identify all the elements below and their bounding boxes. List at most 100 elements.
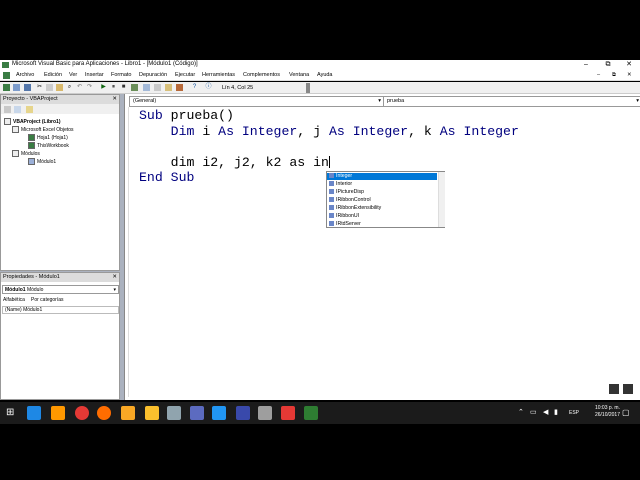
app-icon[interactable] bbox=[190, 406, 204, 420]
autocomplete-item[interactable]: IRibbonUI bbox=[327, 213, 437, 220]
app-icon[interactable] bbox=[258, 406, 272, 420]
property-row-name[interactable]: (Name) Módulo1 bbox=[2, 306, 119, 314]
mdi-restore[interactable]: ⧉ bbox=[612, 72, 616, 79]
mdi-minimize[interactable]: – bbox=[597, 72, 600, 78]
chrome-icon[interactable] bbox=[51, 406, 65, 420]
copy-icon[interactable] bbox=[46, 84, 53, 91]
menu-depuracion[interactable]: Depuración bbox=[139, 72, 167, 78]
app-icon[interactable] bbox=[212, 406, 226, 420]
tab-alfabetica[interactable]: Alfabética bbox=[3, 297, 25, 303]
full-module-view-icon[interactable] bbox=[623, 384, 633, 394]
collapse-icon[interactable] bbox=[12, 126, 19, 133]
save-icon[interactable] bbox=[24, 84, 31, 91]
project-explorer-title-text: Proyecto - VBAProject bbox=[3, 96, 58, 102]
mail-icon[interactable] bbox=[167, 406, 181, 420]
notifications-icon[interactable]: ▢ bbox=[622, 408, 630, 417]
toolbox-icon[interactable] bbox=[176, 84, 183, 91]
tree-root[interactable]: VBAProject (Libro1) bbox=[4, 118, 61, 125]
menu-formato[interactable]: Formato bbox=[111, 72, 131, 78]
autocomplete-scrollbar[interactable] bbox=[438, 172, 445, 227]
menu-ayuda[interactable]: Ayuda bbox=[317, 72, 333, 78]
volume-icon[interactable]: ◀ bbox=[543, 408, 548, 416]
procedure-combo-value: prueba bbox=[387, 98, 405, 104]
tree-modules[interactable]: Módulos bbox=[12, 150, 40, 157]
undo-icon[interactable]: ↶ bbox=[76, 84, 83, 91]
code-text: , k bbox=[408, 123, 440, 139]
help-circle-icon[interactable]: ⓘ bbox=[205, 84, 212, 91]
reset-icon[interactable]: ■ bbox=[120, 84, 127, 91]
clock[interactable]: 10:03 p. m. 26/10/2017 bbox=[595, 405, 620, 419]
run-icon[interactable]: ▶ bbox=[100, 84, 107, 91]
app-icon[interactable] bbox=[281, 406, 295, 420]
tree-sheet1[interactable]: Hoja1 (Hoja1) bbox=[28, 134, 68, 141]
tree-excel-objects[interactable]: Microsoft Excel Objetos bbox=[12, 126, 74, 133]
find-icon[interactable]: ⌕ bbox=[66, 84, 73, 91]
properties-icon[interactable] bbox=[154, 84, 161, 91]
menu-edicion[interactable]: Edición bbox=[44, 72, 62, 78]
menu-insertar[interactable]: Insertar bbox=[85, 72, 104, 78]
tray-chevron-up-icon[interactable]: ⌃ bbox=[518, 408, 524, 416]
autocomplete-item[interactable]: Integer bbox=[327, 173, 437, 180]
view-excel-icon[interactable] bbox=[3, 84, 10, 91]
menu-archivo[interactable]: Archivo bbox=[16, 72, 34, 78]
design-mode-icon[interactable] bbox=[131, 84, 138, 91]
menu-herramientas[interactable]: Herramientas bbox=[202, 72, 235, 78]
windows-start-icon[interactable]: ⊞ bbox=[6, 408, 16, 418]
opera-icon[interactable] bbox=[75, 406, 89, 420]
autocomplete-item[interactable]: Interior bbox=[327, 181, 437, 188]
procedure-view-icon[interactable] bbox=[609, 384, 619, 394]
tree-excel-objects-label: Microsoft Excel Objetos bbox=[21, 126, 74, 133]
autocomplete-item[interactable]: IRtdServer bbox=[327, 221, 437, 228]
object-selector[interactable]: Módulo1 Módulo ▾ bbox=[2, 285, 119, 294]
view-object-icon[interactable] bbox=[14, 106, 21, 113]
project-explorer-icon[interactable] bbox=[143, 84, 150, 91]
autocomplete-item[interactable]: IRibbonExtensibility bbox=[327, 205, 437, 212]
object-type: Módulo bbox=[26, 287, 44, 293]
toggle-folders-icon[interactable] bbox=[26, 106, 33, 113]
sheet-icon bbox=[28, 134, 35, 141]
redo-icon[interactable]: ↷ bbox=[86, 84, 93, 91]
app-icon[interactable] bbox=[236, 406, 250, 420]
view-code-icon[interactable] bbox=[4, 106, 11, 113]
file-explorer-icon[interactable] bbox=[145, 406, 159, 420]
close-button[interactable]: ✕ bbox=[618, 60, 640, 70]
property-value: Módulo1 bbox=[23, 307, 43, 313]
project-explorer: Proyecto - VBAProject ✕ VBAProject (Libro… bbox=[0, 94, 120, 271]
network-icon[interactable]: ▭ bbox=[530, 408, 537, 416]
code-line-2: Dim i As Integer, j As Integer, k As Int… bbox=[139, 124, 519, 140]
collapse-icon[interactable] bbox=[12, 150, 19, 157]
paste-icon[interactable] bbox=[56, 84, 63, 91]
battery-icon[interactable]: ▮ bbox=[554, 408, 558, 416]
restore-button[interactable]: ⧉ bbox=[597, 60, 619, 70]
language-indicator[interactable]: ESP bbox=[569, 410, 579, 416]
vba-app-icon bbox=[2, 62, 9, 68]
edge-icon[interactable] bbox=[27, 406, 41, 420]
toolbar-scroll-handle[interactable] bbox=[306, 83, 310, 93]
tree-thisworkbook[interactable]: ThisWorkbook bbox=[28, 142, 69, 149]
excel-icon[interactable] bbox=[304, 406, 318, 420]
object-browser-icon[interactable] bbox=[165, 84, 172, 91]
object-combo[interactable]: (General) ▾ bbox=[129, 96, 384, 107]
mdi-close[interactable]: ✕ bbox=[627, 72, 632, 78]
cut-icon[interactable]: ✂ bbox=[36, 84, 43, 91]
insert-module-icon[interactable] bbox=[13, 84, 20, 91]
close-pane-icon[interactable]: ✕ bbox=[112, 95, 117, 104]
autocomplete-item[interactable]: IPictureDisp bbox=[327, 189, 437, 196]
tab-por-categorias[interactable]: Por categorías bbox=[31, 297, 64, 303]
menu-ejecutar[interactable]: Ejecutar bbox=[175, 72, 195, 78]
autocomplete-item[interactable]: IRibbonControl bbox=[327, 197, 437, 204]
minimize-button[interactable]: – bbox=[575, 60, 597, 70]
close-pane-icon[interactable]: ✕ bbox=[112, 273, 117, 282]
tree-module1[interactable]: Módulo1 bbox=[28, 158, 56, 165]
firefox-icon[interactable] bbox=[97, 406, 111, 420]
vba-menu-icon[interactable] bbox=[3, 72, 10, 79]
break-icon[interactable]: ⏸ bbox=[110, 84, 117, 91]
help-icon[interactable]: ? bbox=[191, 84, 198, 91]
app-icon[interactable] bbox=[121, 406, 135, 420]
menu-ventana[interactable]: Ventana bbox=[289, 72, 309, 78]
procedure-combo[interactable]: prueba ▾ bbox=[383, 96, 640, 107]
menu-ver[interactable]: Ver bbox=[69, 72, 77, 78]
chevron-down-icon: ▾ bbox=[378, 98, 381, 104]
menu-complementos[interactable]: Complementos bbox=[243, 72, 280, 78]
collapse-icon[interactable] bbox=[4, 118, 11, 125]
